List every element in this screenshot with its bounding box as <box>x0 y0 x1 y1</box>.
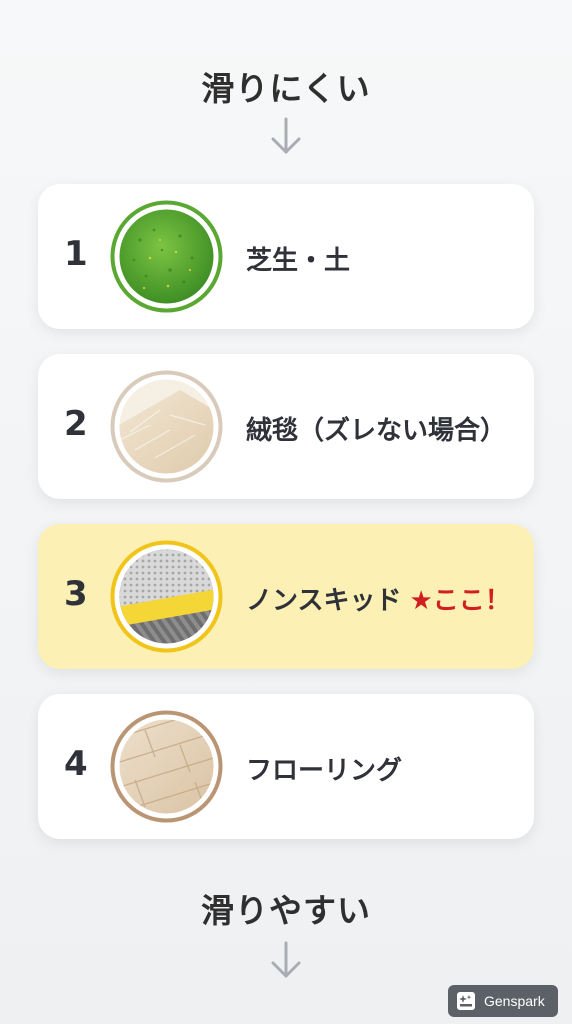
watermark-text: Genspark <box>484 993 545 1009</box>
item-label: 芝生・土 <box>246 240 350 277</box>
item-label-text: フローリング <box>246 756 403 786</box>
item-label-text: 絨毯（ズレない場合） <box>246 416 507 446</box>
rank-number: 4 <box>64 744 88 784</box>
ranking-card-2: 2 絨毯（ズレない場合） <box>38 354 534 499</box>
arrow-down-icon <box>271 941 301 978</box>
item-label-text: 芝生・土 <box>246 246 351 276</box>
item-label: 絨毯（ズレない場合） <box>246 410 506 447</box>
bottom-label: 滑りやすい <box>201 891 371 930</box>
rank-number: 1 <box>64 234 88 274</box>
ranking-card-4: 4 フローリング <box>38 694 534 839</box>
rank-number: 2 <box>64 404 88 444</box>
item-label: ノンスキッド ★ここ！ <box>246 580 511 617</box>
grass-swatch-icon <box>110 200 223 313</box>
rank-number: 3 <box>64 574 88 614</box>
ranking-card-1: 1 芝生・土 <box>38 184 534 329</box>
item-label-text: ノンスキッド <box>246 586 402 616</box>
ranking-card-3: 3 ノンスキッド ★ここ！ <box>38 524 534 669</box>
arrow-down-icon <box>271 117 301 154</box>
genspark-logo-icon <box>457 992 475 1010</box>
flooring-swatch-icon <box>110 710 223 823</box>
highlight-marker: ★ここ！ <box>409 586 511 616</box>
nonskid-swatch-icon <box>110 540 223 653</box>
genspark-watermark: Genspark <box>448 985 558 1017</box>
item-label: フローリング <box>246 750 402 787</box>
top-label: 滑りにくい <box>201 69 371 108</box>
carpet-swatch-icon <box>110 370 223 483</box>
